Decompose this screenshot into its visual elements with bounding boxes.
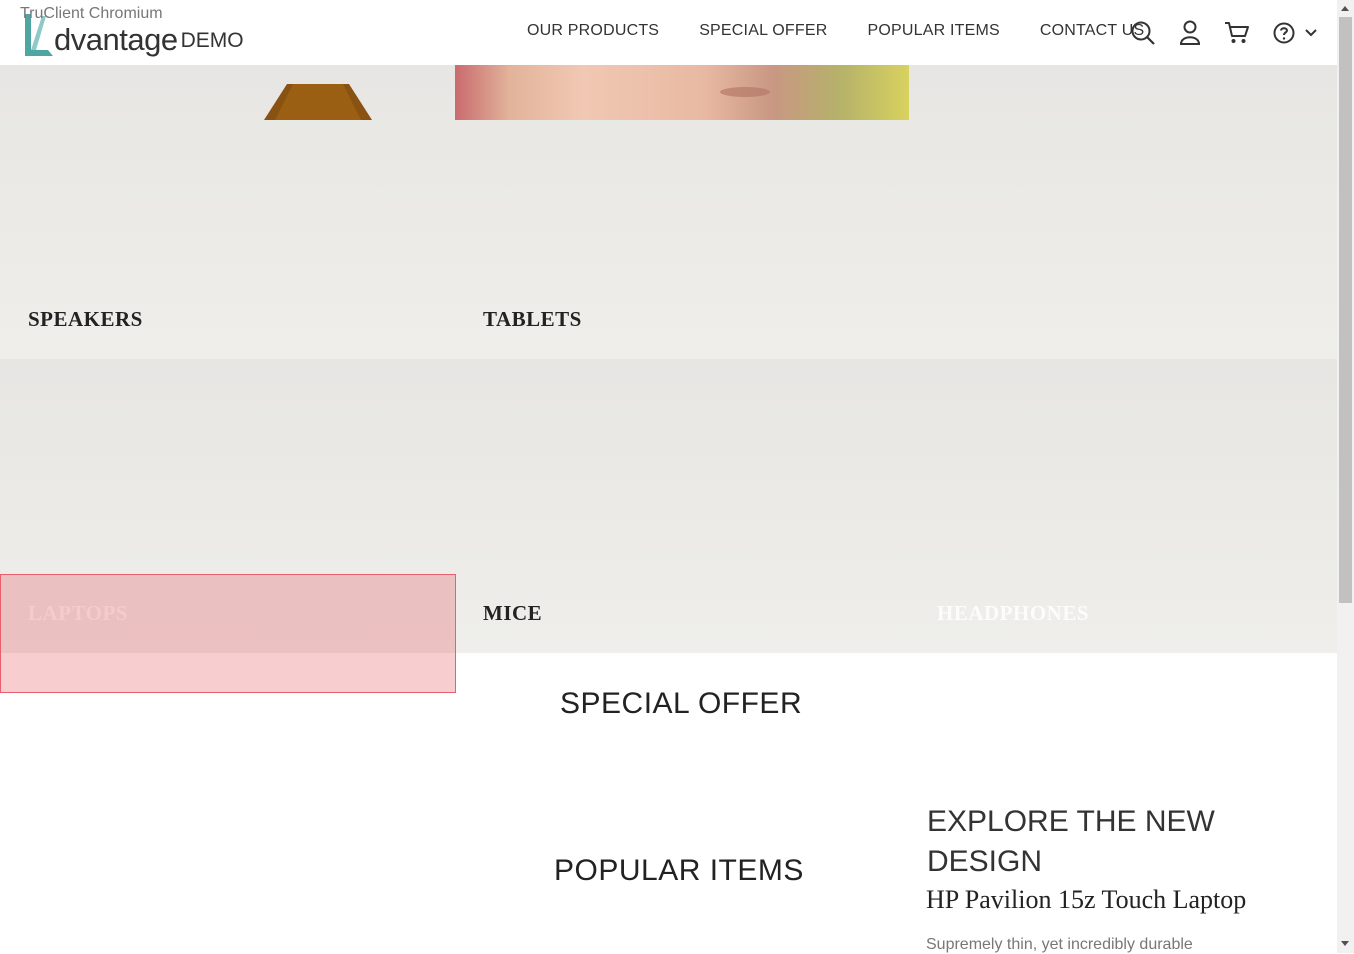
header-icons: [1128, 18, 1336, 48]
special-offer-title: SPECIAL OFFER: [560, 687, 803, 720]
category-label-tablets: TABLETS: [483, 307, 582, 331]
category-headphones[interactable]: HEADPHONES: [909, 359, 1337, 653]
help-icon[interactable]: [1269, 18, 1299, 48]
promo-headline: EXPLORE THE NEW DESIGN: [927, 805, 1215, 878]
promo-description: Supremely thin, yet incredibly durable: [926, 936, 1193, 953]
category-tablets[interactable]: TABLETS: [455, 65, 909, 359]
chevron-down-icon[interactable]: [1303, 18, 1319, 48]
user-icon[interactable]: [1175, 18, 1205, 48]
logo-suffix: DEMO: [180, 29, 244, 52]
promo-product-name: HP Pavilion 15z Touch Laptop: [926, 885, 1247, 914]
vertical-scrollbar[interactable]: [1337, 0, 1354, 953]
tablets-image: [455, 65, 909, 120]
category-speakers[interactable]: SPEAKERS: [0, 65, 455, 359]
category-mice[interactable]: MICE: [455, 359, 909, 653]
app-title: TruClient Chromium: [20, 5, 163, 22]
nav-popular-items[interactable]: POPULAR ITEMS: [867, 22, 999, 40]
nav-our-products[interactable]: OUR PRODUCTS: [527, 22, 659, 40]
scroll-thumb[interactable]: [1339, 17, 1352, 603]
popular-items-title: POPULAR ITEMS: [554, 854, 804, 887]
selection-highlight: [0, 574, 456, 693]
speaker-image: [264, 84, 372, 120]
search-icon[interactable]: [1128, 18, 1158, 48]
logo-text: dvantage: [54, 22, 178, 57]
category-label-mice: MICE: [483, 601, 543, 625]
category-label-speakers: SPEAKERS: [28, 307, 143, 331]
nav-special-offer[interactable]: SPECIAL OFFER: [699, 22, 827, 40]
category-placeholder: [909, 65, 1337, 359]
main-nav: OUR PRODUCTS SPECIAL OFFER POPULAR ITEMS…: [527, 22, 1184, 40]
scroll-up-icon[interactable]: [1341, 6, 1349, 11]
site-header: dvantage DEMO OUR PRODUCTS SPECIAL OFFER…: [0, 0, 1337, 65]
scroll-down-icon[interactable]: [1341, 941, 1349, 946]
category-label-headphones: HEADPHONES: [937, 601, 1090, 625]
cart-icon[interactable]: [1222, 18, 1252, 48]
